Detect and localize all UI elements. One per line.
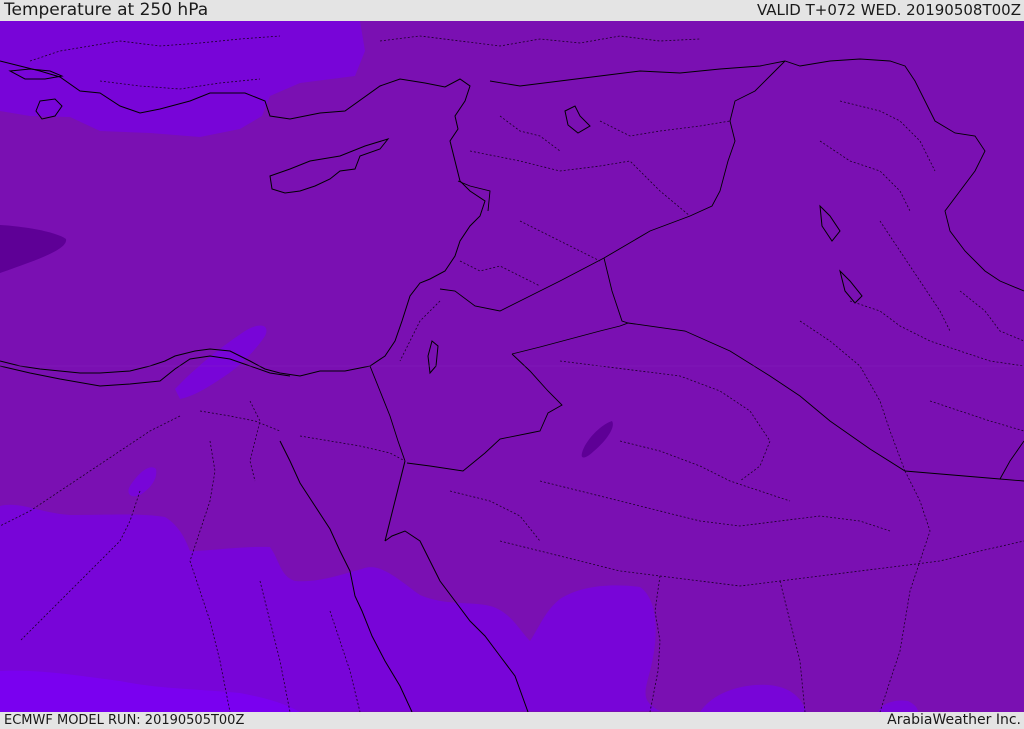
model-run-label: ECMWF MODEL RUN: 20190505T00Z xyxy=(4,713,245,728)
map-title: Temperature at 250 hPa xyxy=(4,0,209,20)
map-canvas xyxy=(0,21,1024,712)
footer-bar: ECMWF MODEL RUN: 20190505T00Z ArabiaWeat… xyxy=(0,712,1024,729)
map-frame: Temperature at 250 hPa VALID T+072 WED. … xyxy=(0,0,1024,729)
credit-label: ArabiaWeather Inc. xyxy=(887,712,1021,728)
header-bar: Temperature at 250 hPa VALID T+072 WED. … xyxy=(0,0,1024,21)
valid-time-label: VALID T+072 WED. 20190508T00Z xyxy=(756,1,1021,19)
weather-map xyxy=(0,21,1024,712)
